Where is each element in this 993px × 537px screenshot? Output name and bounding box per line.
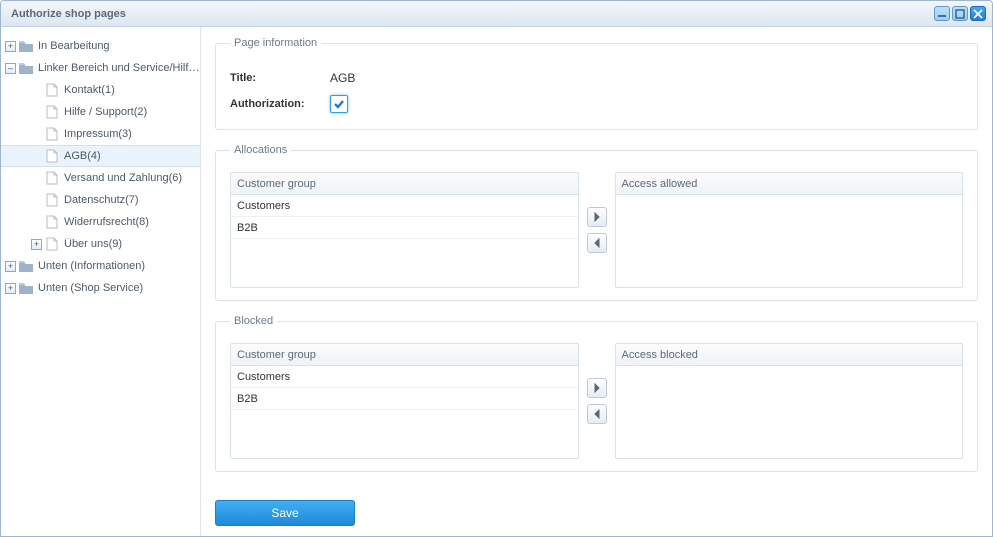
title-row: Title: AGB — [230, 65, 963, 91]
tree-node-linker-bereich[interactable]: – Linker Bereich und Service/Hilfe oben — [1, 57, 200, 79]
tree-node-unten-info[interactable]: + Unten (Informationen) — [1, 255, 200, 277]
minimize-icon — [937, 9, 947, 19]
allocations-fieldset: Allocations Customer group CustomersB2B — [215, 144, 978, 301]
list-item[interactable]: Customers — [231, 366, 578, 388]
title-label: Title: — [230, 72, 330, 84]
list-item[interactable]: B2B — [231, 388, 578, 410]
save-bar: Save — [215, 500, 978, 526]
tree-node-kontakt[interactable]: Kontakt(1) — [1, 79, 200, 101]
tree-node-ueber-uns[interactable]: + Über uns(9) — [1, 233, 200, 255]
blocked-move-right-button[interactable] — [587, 378, 607, 398]
allocations-target-list: Access allowed — [615, 172, 964, 288]
blocked-fieldset: Blocked Customer group CustomersB2B — [215, 315, 978, 472]
tree-toggle-icon[interactable]: – — [5, 63, 16, 74]
allocations-source-list: Customer group CustomersB2B — [230, 172, 579, 288]
tree-toggle-icon[interactable]: + — [5, 41, 16, 52]
tree-node-label: Über uns(9) — [64, 238, 122, 250]
tree-node-widerruf[interactable]: Widerrufsrecht(8) — [1, 211, 200, 233]
tree-node-label: AGB(4) — [64, 150, 101, 162]
arrow-left-icon — [592, 409, 602, 419]
close-icon — [973, 9, 983, 19]
window-controls — [934, 6, 986, 21]
tree-node-impressum[interactable]: Impressum(3) — [1, 123, 200, 145]
maximize-icon — [955, 9, 965, 19]
allocations-move-right-button[interactable] — [587, 207, 607, 227]
tree-node-versand[interactable]: Versand und Zahlung(6) — [1, 167, 200, 189]
tree-node-label: Unten (Informationen) — [38, 260, 145, 272]
allocations-legend: Allocations — [230, 144, 291, 156]
blocked-target-list: Access blocked — [615, 343, 964, 459]
tree-node-label: Impressum(3) — [64, 128, 132, 140]
allocations-target-header: Access allowed — [616, 173, 963, 195]
blocked-source-list: Customer group CustomersB2B — [230, 343, 579, 459]
arrow-right-icon — [592, 212, 602, 222]
list-item[interactable]: Customers — [231, 195, 578, 217]
list-item[interactable]: B2B — [231, 217, 578, 239]
authorization-row: Authorization: — [230, 91, 963, 117]
tree-node-label: In Bearbeitung — [38, 40, 110, 52]
tree-node-label: Linker Bereich und Service/Hilfe oben — [38, 62, 200, 74]
window-title: Authorize shop pages — [7, 8, 934, 20]
authorization-checkbox[interactable] — [330, 95, 348, 113]
tree-toggle-icon[interactable]: + — [31, 239, 42, 250]
arrow-right-icon — [592, 383, 602, 393]
tree-node-label: Widerrufsrecht(8) — [64, 216, 149, 228]
authorization-label: Authorization: — [230, 98, 330, 110]
tree-toggle-icon[interactable]: + — [5, 261, 16, 272]
close-button[interactable] — [970, 6, 986, 21]
tree-node-datenschutz[interactable]: Datenschutz(7) — [1, 189, 200, 211]
maximize-button[interactable] — [952, 6, 968, 21]
save-button[interactable]: Save — [215, 500, 355, 526]
blocked-move-left-button[interactable] — [587, 404, 607, 424]
blocked-legend: Blocked — [230, 315, 277, 327]
tree-node-label: Unten (Shop Service) — [38, 282, 143, 294]
allocations-move-left-button[interactable] — [587, 233, 607, 253]
sidebar-tree: + In Bearbeitung – Linker Bereich und Servi… — [1, 27, 201, 536]
blocked-source-header: Customer group — [231, 344, 578, 366]
allocations-source-header: Customer group — [231, 173, 578, 195]
tree-node-hilfe[interactable]: Hilfe / Support(2) — [1, 101, 200, 123]
title-value: AGB — [330, 71, 355, 85]
tree-node-label: Versand und Zahlung(6) — [64, 172, 182, 184]
check-icon — [333, 98, 345, 110]
tree-node-label: Kontakt(1) — [64, 84, 115, 96]
tree-node-label: Hilfe / Support(2) — [64, 106, 147, 118]
tree-node-label: Datenschutz(7) — [64, 194, 139, 206]
save-button-label: Save — [271, 506, 298, 520]
tree-toggle-icon[interactable]: + — [5, 283, 16, 294]
page-info-fieldset: Page information Title: AGB Authorizatio… — [215, 37, 978, 130]
window: Authorize shop pages + In Bearbeitung – Lin… — [0, 0, 993, 537]
page-info-legend: Page information — [230, 37, 321, 49]
tree-node-unten-shop[interactable]: + Unten (Shop Service) — [1, 277, 200, 299]
tree-node-in-bearbeitung[interactable]: + In Bearbeitung — [1, 35, 200, 57]
tree-node-agb[interactable]: AGB(4) — [1, 145, 200, 167]
titlebar: Authorize shop pages — [1, 1, 992, 27]
allocations-arrow-col — [587, 207, 607, 253]
blocked-target-header: Access blocked — [616, 344, 963, 366]
minimize-button[interactable] — [934, 6, 950, 21]
arrow-left-icon — [592, 238, 602, 248]
blocked-arrow-col — [587, 378, 607, 424]
main-panel: Page information Title: AGB Authorizatio… — [201, 27, 992, 536]
